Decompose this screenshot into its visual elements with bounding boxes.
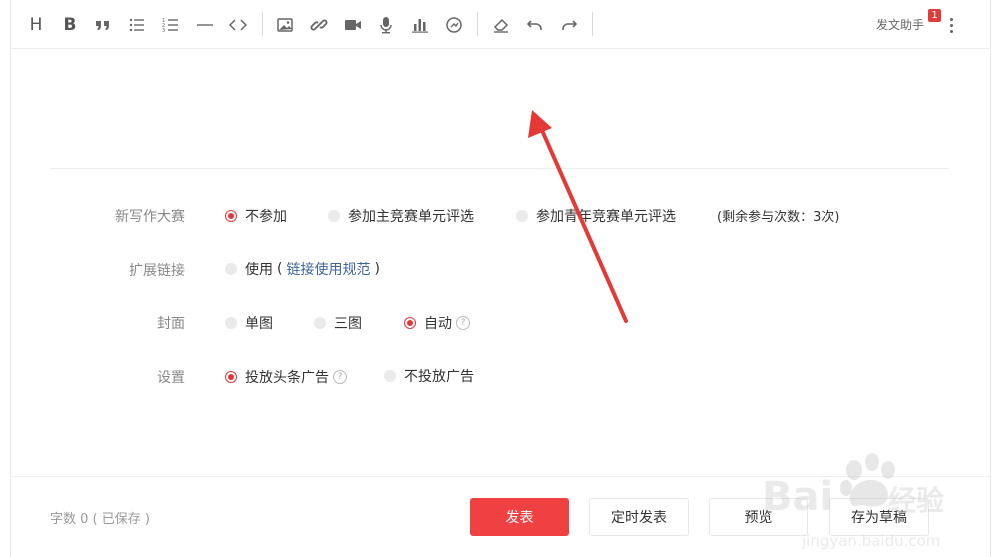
svg-text:Bai: Bai bbox=[762, 474, 833, 520]
svg-text:jingyan.baidu.com: jingyan.baidu.com bbox=[801, 532, 940, 550]
svg-text:经验: 经验 bbox=[888, 484, 944, 517]
baidu-jingyan-watermark: Bai 经验 jingyan.baidu.com bbox=[762, 453, 944, 550]
